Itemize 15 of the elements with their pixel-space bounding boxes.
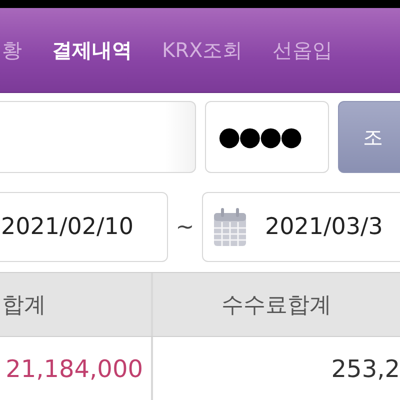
tab[interactable]: KRX조회: [162, 36, 243, 64]
tab[interactable]: 선옵입: [272, 36, 333, 64]
table-cell: 21,184,000: [0, 337, 153, 400]
input-field[interactable]: [0, 101, 196, 173]
column-header: 수수료합계: [220, 292, 332, 320]
password-field[interactable]: ●●●●: [205, 101, 329, 173]
date-field[interactable]: 2021/02/10: [0, 192, 168, 262]
tab[interactable]: 황: [2, 36, 22, 64]
tab[interactable]: 결제내역: [52, 36, 132, 64]
date-text: 2021/03/3: [265, 214, 383, 240]
range-separator: ~: [174, 214, 196, 240]
table-cell-text: 253,2: [330, 354, 400, 385]
date-field[interactable]: 2021/03/3: [202, 192, 400, 262]
column-header: 합계: [0, 273, 153, 336]
calendar-icon[interactable]: [213, 207, 247, 247]
